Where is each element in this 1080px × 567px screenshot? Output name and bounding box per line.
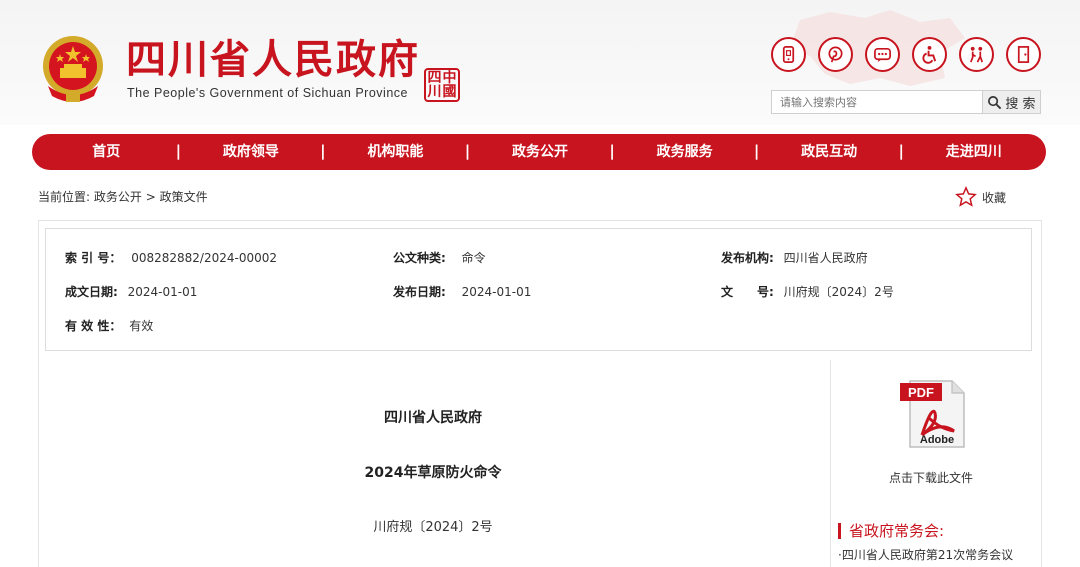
meta-published-value: 2024-01-01 bbox=[461, 285, 532, 299]
breadcrumb-separator: > bbox=[145, 190, 156, 204]
document-metadata: 索 引 号： 008282882/2024-00002 公文种类: 命令 发布机… bbox=[45, 228, 1032, 351]
nav-item-functions[interactable]: 机构职能 bbox=[323, 134, 468, 170]
mobile-icon bbox=[782, 46, 795, 63]
meta-docno-label: 文 号: bbox=[721, 285, 774, 299]
weibo-button[interactable] bbox=[818, 37, 853, 72]
weibo-icon bbox=[828, 46, 843, 63]
document-title: 2024年草原防火命令 bbox=[364, 465, 502, 481]
column-divider bbox=[830, 360, 831, 567]
exit-button[interactable] bbox=[1006, 37, 1041, 72]
document-issuer: 四川省人民政府 bbox=[384, 410, 482, 426]
sidebar-section-label: 省政府常务会: bbox=[849, 522, 945, 540]
sidebar-link-meeting[interactable]: ·四川省人民政府第21次常务会议 bbox=[838, 546, 1013, 563]
meta-index-value: 008282882/2024-00002 bbox=[131, 251, 277, 265]
accessibility-button[interactable] bbox=[912, 37, 947, 72]
section-bar bbox=[838, 522, 841, 539]
meta-docno-value: 川府规〔2024〕2号 bbox=[783, 285, 894, 299]
meta-type-label: 公文种类: bbox=[393, 251, 446, 265]
adobe-text: Adobe bbox=[920, 434, 954, 446]
pdf-download-icon[interactable]: PDF Adobe bbox=[898, 377, 968, 449]
sidebar-section-title: 省政府常务会: bbox=[838, 520, 944, 541]
exit-icon bbox=[1017, 46, 1030, 63]
search-button[interactable]: 搜 索 bbox=[983, 90, 1041, 114]
breadcrumb: 当前位置: 政务公开 > 政策文件 bbox=[38, 188, 208, 205]
search-icon bbox=[988, 95, 1002, 109]
seal-char: 四 bbox=[427, 70, 442, 86]
seal-char: 國 bbox=[442, 84, 457, 100]
document-number: 川府规〔2024〕2号 bbox=[373, 520, 493, 535]
meta-validity: 有 效 性： 有效 bbox=[65, 317, 153, 334]
download-file-link[interactable]: 点击下载此文件 bbox=[831, 469, 1031, 486]
wechat-button[interactable] bbox=[865, 37, 900, 72]
breadcrumb-prefix: 当前位置: bbox=[38, 190, 91, 204]
nav-item-leaders[interactable]: 政府领导 bbox=[179, 134, 324, 170]
main-nav: 首页 | 政府领导 | 机构职能 | 政务公开 | 政务服务 | 政民互动 | … bbox=[32, 134, 1046, 170]
meta-index: 索 引 号： 008282882/2024-00002 bbox=[65, 249, 277, 266]
star-icon bbox=[955, 186, 977, 207]
meta-type: 公文种类: 命令 bbox=[393, 249, 486, 266]
site-title-english: The People's Government of Sichuan Provi… bbox=[127, 86, 408, 100]
elderly-care-button[interactable] bbox=[959, 37, 994, 72]
search-button-label: 搜 索 bbox=[1005, 96, 1036, 112]
meta-index-label: 索 引 号： bbox=[65, 251, 122, 265]
seal-char: 川 bbox=[427, 84, 442, 100]
accessibility-icon bbox=[922, 45, 937, 64]
wechat-icon bbox=[874, 47, 891, 63]
favorite-button[interactable]: 收藏 bbox=[955, 186, 1006, 208]
nav-item-interaction[interactable]: 政民互动 bbox=[757, 134, 902, 170]
favorite-label: 收藏 bbox=[982, 190, 1007, 205]
breadcrumb-gov-affairs[interactable]: 政务公开 bbox=[94, 190, 142, 204]
meta-org-label: 发布机构: bbox=[721, 251, 774, 265]
nav-item-services[interactable]: 政务服务 bbox=[612, 134, 757, 170]
header: 四川省人民政府 The People's Government of Sichu… bbox=[0, 0, 1080, 125]
seal-char: 中 bbox=[442, 70, 457, 86]
breadcrumb-policy-docs[interactable]: 政策文件 bbox=[160, 190, 208, 204]
meta-created-value: 2024-01-01 bbox=[127, 285, 198, 299]
nav-item-gov-affairs[interactable]: 政务公开 bbox=[468, 134, 613, 170]
meta-validity-value: 有效 bbox=[129, 319, 154, 333]
meta-type-value: 命令 bbox=[461, 251, 486, 265]
search-input[interactable] bbox=[771, 90, 983, 114]
elderly-care-icon bbox=[970, 46, 984, 63]
national-emblem-icon bbox=[43, 36, 103, 102]
meta-org: 发布机构: 四川省人民政府 bbox=[721, 249, 868, 266]
site-title: 四川省人民政府 bbox=[126, 37, 420, 83]
pdf-text: PDF bbox=[908, 385, 934, 400]
nav-item-home[interactable]: 首页 bbox=[34, 134, 179, 170]
mobile-button[interactable] bbox=[771, 37, 806, 72]
meta-created-label: 成文日期: bbox=[65, 285, 118, 299]
meta-docno: 文 号: 川府规〔2024〕2号 bbox=[721, 283, 894, 300]
meta-published: 发布日期: 2024-01-01 bbox=[393, 283, 531, 300]
meta-org-value: 四川省人民政府 bbox=[783, 251, 868, 265]
header-icon-bar bbox=[771, 37, 1041, 72]
nav-item-about-sichuan[interactable]: 走进四川 bbox=[901, 134, 1046, 170]
sichuan-seal-logo: 四 中 川 國 bbox=[424, 68, 460, 102]
meta-published-label: 发布日期: bbox=[393, 285, 446, 299]
meta-created: 成文日期: 2024-01-01 bbox=[65, 283, 197, 300]
meta-validity-label: 有 效 性： bbox=[65, 319, 122, 333]
